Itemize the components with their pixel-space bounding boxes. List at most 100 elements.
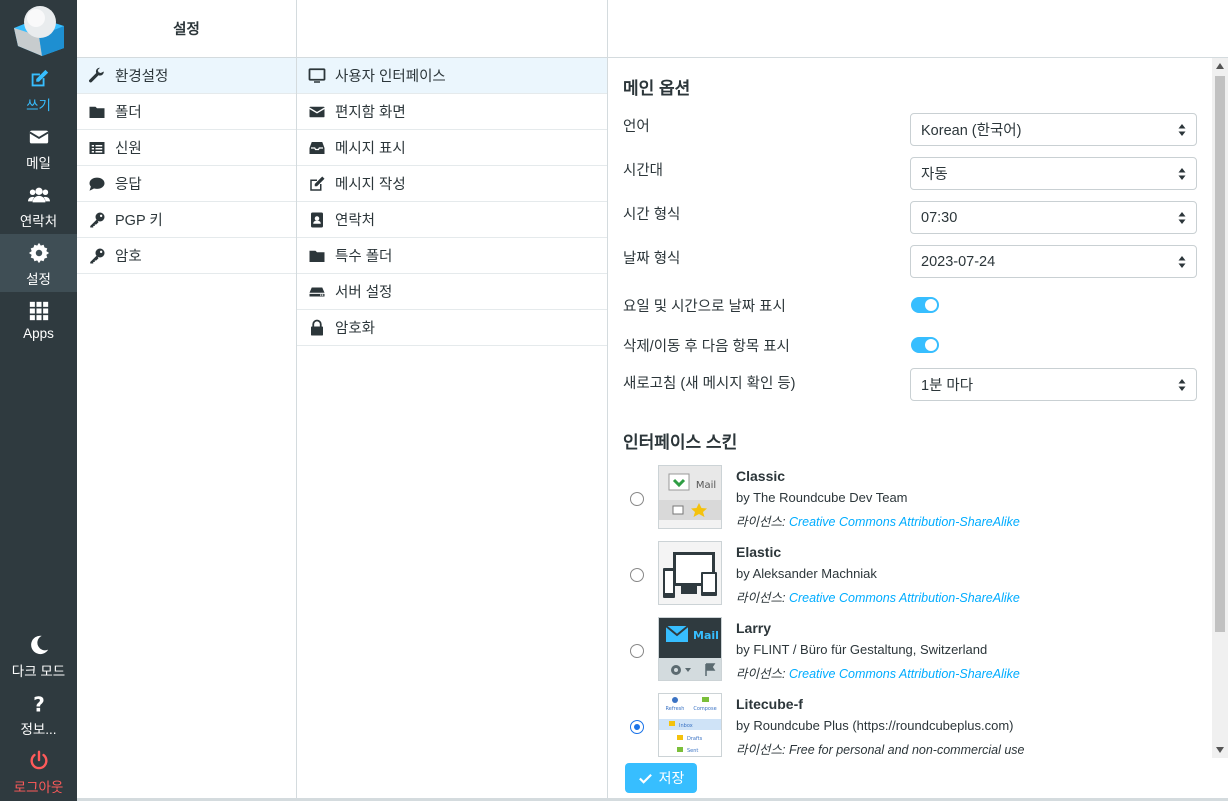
skin-radio-litecube-f[interactable] (630, 720, 644, 734)
select-arrows-icon (1178, 124, 1186, 136)
skin-option-elastic: Elastic by Aleksander Machniak 라이선스: Cre… (623, 541, 1212, 617)
pref-server-settings[interactable]: 서버 설정 (297, 274, 607, 310)
compose-icon (31, 69, 48, 87)
skin-author-litecube-f: by Roundcube Plus (https://roundcubeplus… (736, 718, 1014, 733)
skin-author-elastic: by Aleksander Machniak (736, 566, 877, 581)
nav-apps[interactable]: Apps (0, 292, 77, 350)
skin-name-classic: Classic (736, 468, 786, 484)
skin-license-link-elastic[interactable]: Creative Commons Attribution-ShareAlike (789, 591, 1020, 605)
skin-license-larry: 라이선스: Creative Commons Attribution-Share… (736, 663, 1020, 682)
moon-icon (30, 635, 48, 655)
nav-compose[interactable]: 쓰기 (0, 60, 77, 118)
folder-icon (307, 246, 327, 266)
lite-thumb-sent: Sent (687, 748, 698, 754)
timezone-select-value: 자동 (921, 167, 948, 183)
time-format-row: 시간 형식 07:30 (623, 197, 1212, 241)
section-responses[interactable]: 응답 (77, 166, 296, 202)
nav-logout[interactable]: 로그아웃 (0, 742, 77, 800)
skin-radio-classic[interactable] (630, 492, 644, 506)
refresh-row: 새로고침 (새 메시지 확인 등) 1분 마다 (623, 364, 1212, 408)
content-header (608, 0, 1228, 58)
section-preferences[interactable]: 환경설정 (77, 58, 296, 94)
pref-encryption[interactable]: 암호화 (297, 310, 607, 346)
pref-mailbox-view[interactable]: 편지함 화면 (297, 94, 607, 130)
skin-license-link-classic[interactable]: Creative Commons Attribution-ShareAlike (789, 515, 1020, 529)
time-format-select[interactable]: 07:30 (910, 201, 1197, 234)
nav-settings[interactable]: 설정 (0, 234, 77, 292)
refresh-select[interactable]: 1분 마다 (910, 368, 1197, 401)
pref-user-interface-label: 사용자 인터페이스 (335, 69, 446, 85)
skin-author-classic: by The Roundcube Dev Team (736, 490, 908, 505)
envelope-icon (307, 102, 327, 122)
nav-about-label: 정보... (20, 722, 57, 737)
select-arrows-icon (1178, 168, 1186, 180)
user-interface-form: 메인 옵션 언어 Korean (한국어) 시간대 자동 시간 형식 07:30… (608, 58, 1212, 801)
select-arrows-icon (1178, 256, 1186, 268)
skin-option-larry: Mail Larry by FLINT / Büro für Gestaltun… (623, 617, 1212, 693)
preferences-sections-panel: 사용자 인터페이스 편지함 화면 메시지 표시 메시지 작성 연락처 특수 폴더… (297, 0, 608, 801)
section-pgp-keys-label: PGP 키 (115, 213, 163, 229)
pref-displaying-messages-label: 메시지 표시 (335, 141, 406, 157)
skin-name-larry: Larry (736, 620, 772, 636)
scroll-up-arrow[interactable] (1216, 63, 1224, 69)
content-scrollbar[interactable] (1212, 58, 1228, 758)
skin-license-link-larry[interactable]: Creative Commons Attribution-ShareAlike (789, 667, 1020, 681)
license-prefix: 라이선스: (736, 743, 786, 757)
pref-displaying-messages[interactable]: 메시지 표시 (297, 130, 607, 166)
roundcube-logo[interactable] (12, 4, 66, 56)
pretty-date-toggle[interactable] (911, 297, 939, 313)
main-nav: 쓰기 메일 연락처 설정 Apps 다크 모드 ? 정보... 로그아웃 (0, 0, 77, 801)
nav-mail[interactable]: 메일 (0, 118, 77, 176)
section-responses-label: 응답 (115, 177, 142, 193)
lite-thumb-inbox: Inbox (679, 723, 693, 729)
section-password[interactable]: 암호 (77, 238, 296, 274)
scroll-thumb[interactable] (1215, 76, 1225, 632)
nav-mail-label: 메일 (26, 156, 51, 171)
next-item-label: 삭제/이동 후 다음 항목 표시 (623, 339, 790, 355)
section-folders[interactable]: 폴더 (77, 94, 296, 130)
section-pgp-keys[interactable]: PGP 키 (77, 202, 296, 238)
section-folders-label: 폴더 (115, 105, 142, 121)
language-select-value: Korean (한국어) (921, 123, 1022, 139)
save-button[interactable]: 저장 (625, 763, 697, 793)
scroll-down-arrow[interactable] (1216, 747, 1224, 753)
timezone-select[interactable]: 자동 (910, 157, 1197, 190)
nav-about[interactable]: ? 정보... (0, 684, 77, 742)
next-item-row: 삭제/이동 후 다음 항목 표시 (623, 325, 1212, 364)
skin-name-litecube-f: Litecube-f (736, 696, 803, 712)
refresh-label: 새로고침 (새 메시지 확인 등) (623, 376, 796, 392)
skin-radio-elastic[interactable] (630, 568, 644, 582)
server-icon (307, 282, 327, 302)
larry-thumb-mail-text: Mail (693, 629, 719, 642)
section-identities[interactable]: 신원 (77, 130, 296, 166)
pref-special-folders[interactable]: 특수 폴더 (297, 238, 607, 274)
skin-radio-larry[interactable] (630, 644, 644, 658)
refresh-select-value: 1분 마다 (921, 378, 974, 394)
pref-server-settings-label: 서버 설정 (335, 285, 393, 301)
power-icon (29, 750, 48, 770)
monitor-icon (307, 66, 327, 86)
pref-mailbox-view-label: 편지함 화면 (335, 105, 406, 121)
save-button-label: 저장 (658, 770, 685, 786)
pref-user-interface[interactable]: 사용자 인터페이스 (297, 58, 607, 94)
license-prefix: 라이선스: (736, 515, 786, 529)
nav-contacts[interactable]: 연락처 (0, 176, 77, 234)
next-item-toggle[interactable] (911, 337, 939, 353)
skin-license-litecube-f: 라이선스: Free for personal and non-commerci… (736, 739, 1025, 758)
settings-sections-panel: 설정 환경설정 폴더 신원 응답 PGP 키 암호 (77, 0, 297, 801)
date-format-select[interactable]: 2023-07-24 (910, 245, 1197, 278)
gear-icon (28, 242, 49, 264)
nav-contacts-label: 연락처 (19, 214, 58, 229)
skin-option-classic: Mail Classic by The Roundcube Dev Team 라… (623, 465, 1212, 541)
pref-composing-messages[interactable]: 메시지 작성 (297, 166, 607, 202)
timezone-label: 시간대 (623, 163, 664, 179)
nav-compose-label: 쓰기 (26, 98, 51, 113)
pref-contacts[interactable]: 연락처 (297, 202, 607, 238)
language-row: 언어 Korean (한국어) (623, 109, 1212, 153)
date-format-label: 날짜 형식 (623, 251, 681, 267)
language-select[interactable]: Korean (한국어) (910, 113, 1197, 146)
nav-dark-mode[interactable]: 다크 모드 (0, 626, 77, 684)
pretty-date-label: 요일 및 시간으로 날짜 표시 (623, 299, 786, 315)
key-icon (87, 246, 107, 266)
skin-section-title: 인터페이스 스킨 (623, 433, 738, 452)
